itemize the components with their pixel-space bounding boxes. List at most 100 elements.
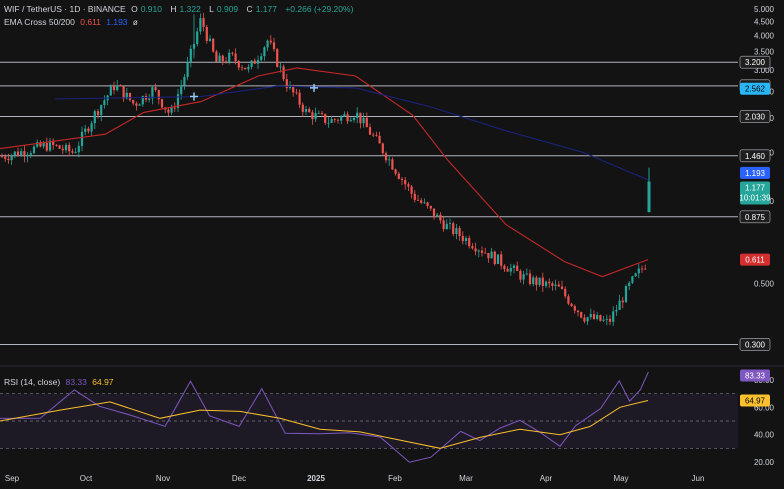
candle <box>618 300 621 310</box>
candle <box>263 47 266 57</box>
close-number: 1.177 <box>255 4 277 14</box>
candle <box>301 104 304 112</box>
candle <box>381 143 384 154</box>
candle <box>61 148 64 151</box>
ema-cross-label: 2.562 <box>745 85 766 94</box>
candle <box>365 117 368 128</box>
candle <box>228 52 231 62</box>
candle <box>532 277 535 284</box>
candle <box>448 223 452 225</box>
candle <box>634 273 637 277</box>
candle <box>250 60 253 67</box>
candle <box>400 178 404 180</box>
candle <box>612 311 615 322</box>
candle <box>4 156 7 159</box>
candle <box>308 109 311 113</box>
ema-legend[interactable]: EMA Cross 50/200 0.611 1.193 ø <box>4 17 141 27</box>
candle <box>16 151 20 156</box>
candle <box>212 38 215 52</box>
candle <box>103 100 106 106</box>
candle <box>432 208 436 218</box>
candle <box>272 42 276 50</box>
visibility-icon[interactable]: ø <box>133 18 138 27</box>
ema-slow-value: 1.193 <box>106 17 128 27</box>
candle <box>138 104 141 106</box>
candle <box>423 202 426 204</box>
candle <box>372 134 375 136</box>
candle <box>522 274 525 280</box>
x-tick-label: May <box>613 474 628 483</box>
candle <box>186 62 189 77</box>
candle <box>96 111 100 116</box>
candle <box>128 92 132 101</box>
low-label: L <box>209 4 214 14</box>
candle <box>346 114 349 122</box>
open-value: O 0.910 <box>131 4 165 14</box>
candle <box>509 267 512 272</box>
candle <box>26 154 29 157</box>
ema-label: EMA Cross 50/200 <box>4 17 75 27</box>
low-value: L 0.909 <box>209 4 241 14</box>
candle <box>122 86 125 99</box>
candle <box>205 27 208 41</box>
candle <box>484 252 487 254</box>
candle <box>512 265 516 268</box>
candle <box>544 281 548 287</box>
candle <box>352 117 356 121</box>
candle <box>135 103 138 106</box>
candle <box>541 277 544 287</box>
candle <box>148 98 151 100</box>
candle <box>343 114 346 117</box>
candle <box>87 128 90 132</box>
chart[interactable]: 5.0004.5004.0003.5003.0002.5002.0001.500… <box>0 0 784 484</box>
change-value: +0.266 (+29.20%) <box>285 4 354 14</box>
candle <box>557 284 560 287</box>
candle <box>55 144 58 146</box>
rsi-legend[interactable]: RSI (14, close) 83.33 64.97 <box>4 377 117 387</box>
candle <box>535 277 538 285</box>
ema-slow-label: 1.193 <box>745 169 766 178</box>
candle <box>183 76 186 86</box>
candle <box>605 318 608 320</box>
candle <box>234 53 237 61</box>
candle <box>615 309 618 312</box>
candle <box>180 85 183 95</box>
chart-svg[interactable]: 5.0004.5004.0003.5003.0002.5002.0001.500… <box>0 0 784 484</box>
candle <box>429 205 432 209</box>
rsi-tick-label: 20.00 <box>754 458 775 467</box>
candle <box>621 300 624 303</box>
candle <box>327 122 330 124</box>
candle <box>356 112 359 118</box>
candle <box>7 158 10 161</box>
symbol-title: WIF / TetherUS · 1D · BINANCE <box>4 4 126 14</box>
candle <box>224 61 228 62</box>
candle <box>64 144 68 151</box>
candle <box>445 223 448 230</box>
candle <box>554 284 557 286</box>
candle <box>576 310 580 313</box>
candle <box>279 66 282 68</box>
candle <box>253 60 256 64</box>
y-tick-label: 3.500 <box>754 48 775 57</box>
candle <box>0 156 4 158</box>
candle <box>471 246 474 249</box>
candle <box>170 107 173 113</box>
candle <box>199 18 202 32</box>
candle <box>599 314 602 321</box>
candle <box>100 105 103 116</box>
candle <box>420 200 423 203</box>
candle <box>404 179 407 185</box>
candle <box>80 131 84 146</box>
rsi-value: 83.33 <box>65 377 87 387</box>
candle <box>23 151 26 157</box>
candle <box>458 228 461 236</box>
candle <box>519 271 522 280</box>
candle <box>468 238 471 247</box>
candle <box>324 113 327 123</box>
x-tick-label: Nov <box>156 474 170 483</box>
candle <box>298 92 301 105</box>
candle <box>93 111 96 124</box>
close-value: C 1.177 <box>247 4 280 14</box>
candle <box>538 277 541 285</box>
candle <box>336 119 340 121</box>
